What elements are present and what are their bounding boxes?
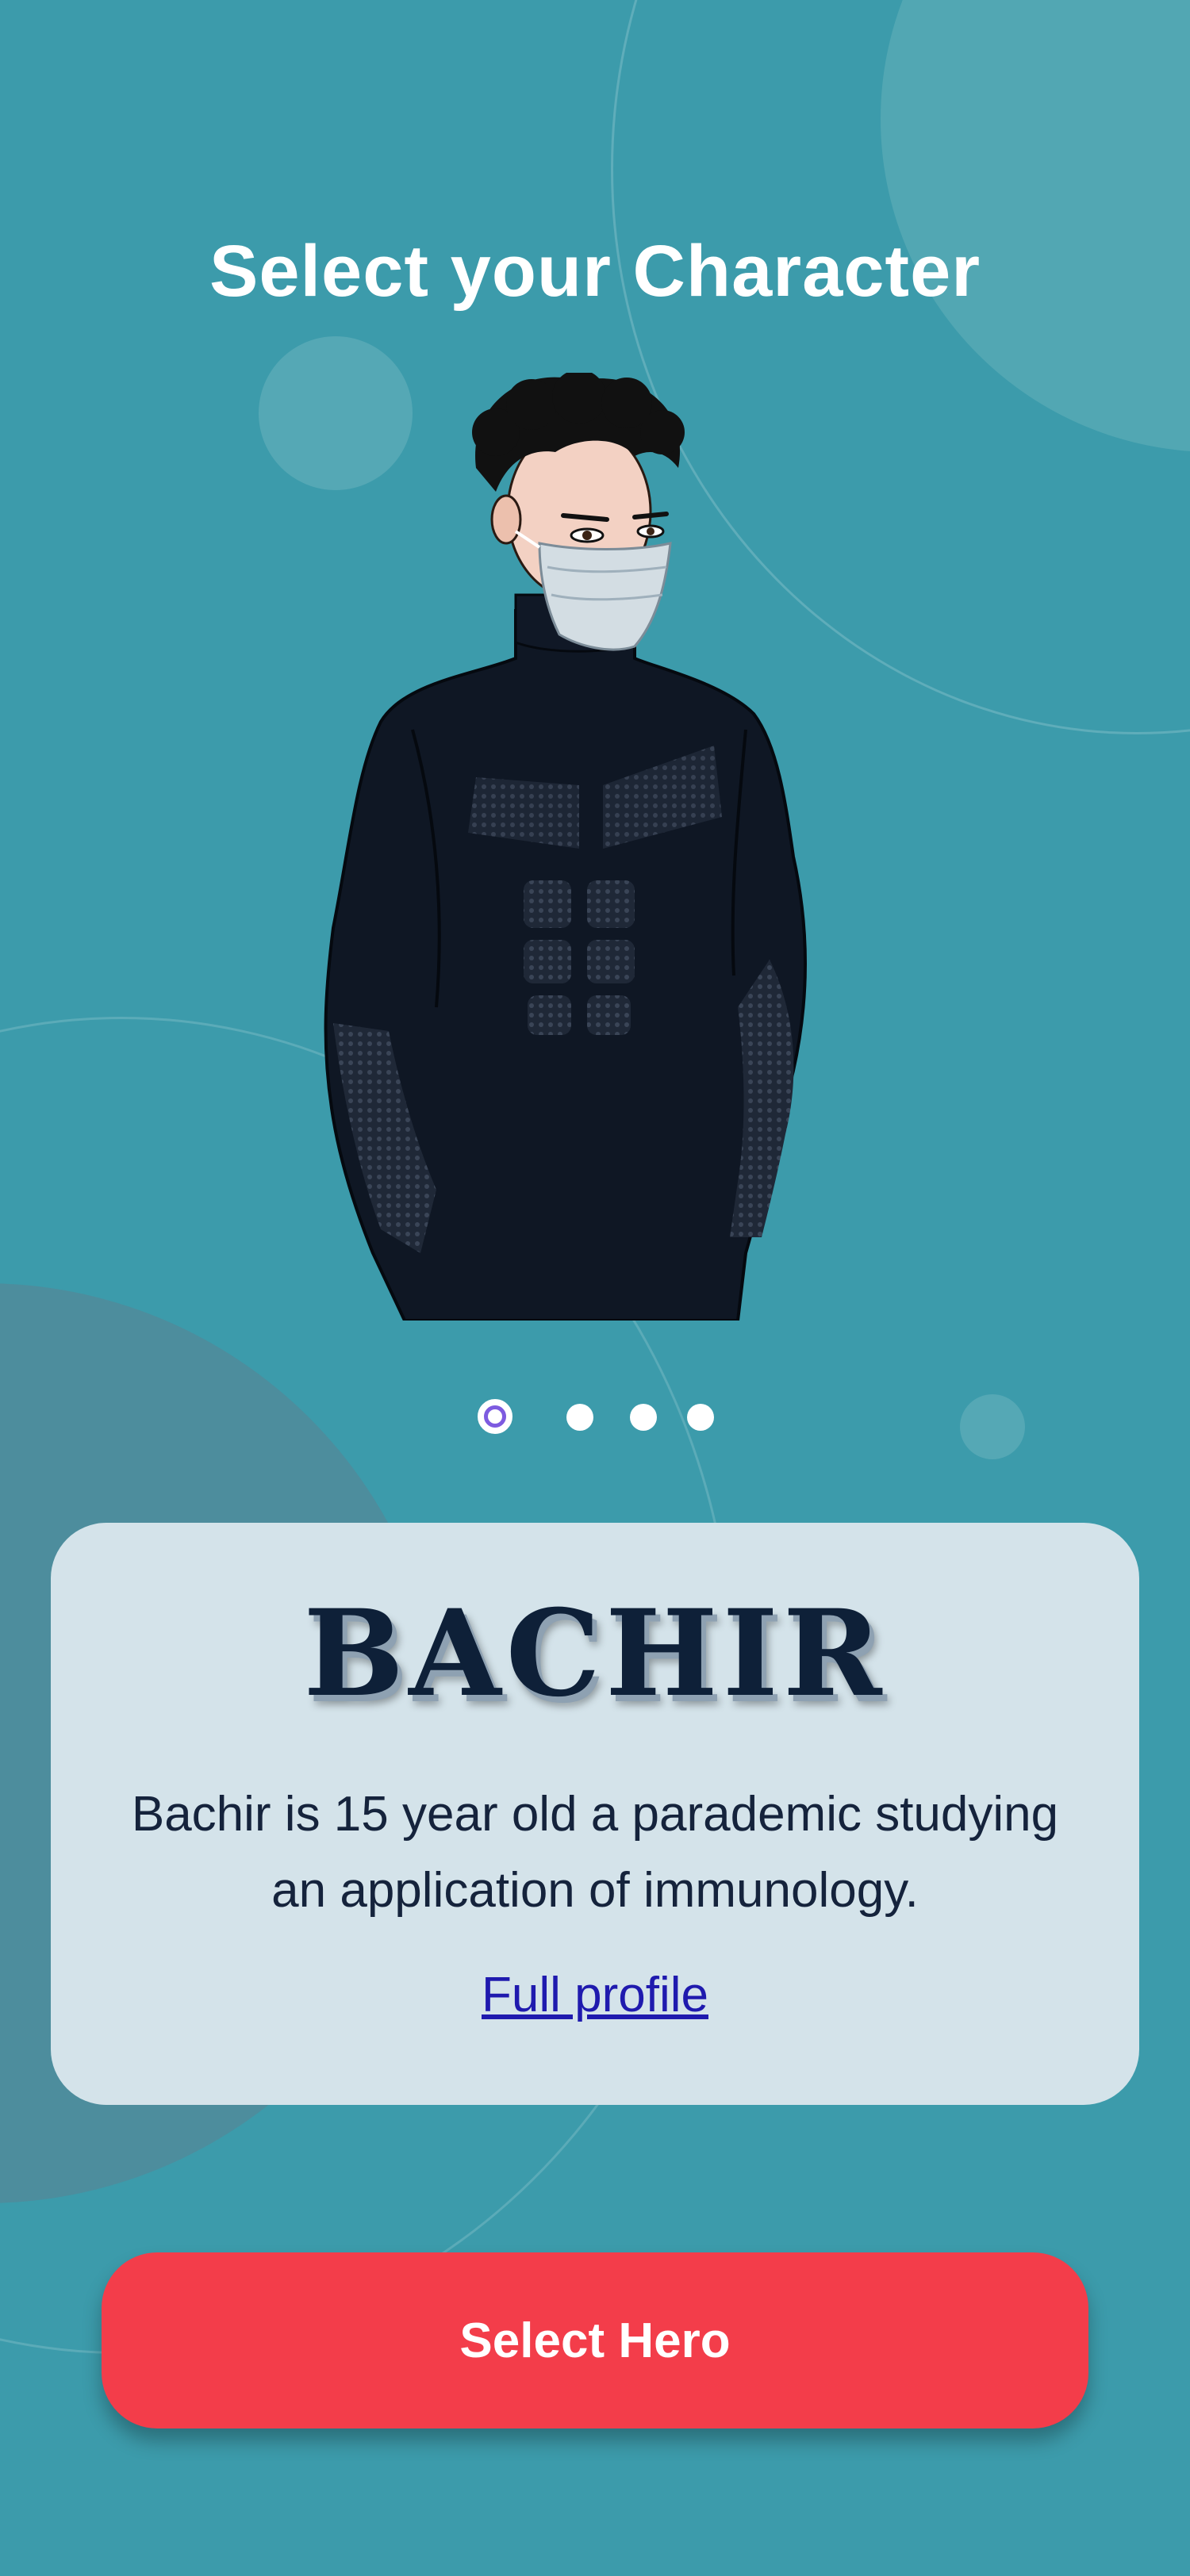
select-hero-button[interactable]: Select Hero bbox=[102, 2252, 1088, 2428]
hero-info-card: BACHIR Bachir is 15 year old a parademic… bbox=[51, 1523, 1139, 2105]
full-profile-link[interactable]: Full profile bbox=[51, 1967, 1139, 2023]
hero-illustration[interactable] bbox=[317, 373, 873, 1321]
page-dot-active[interactable] bbox=[478, 1399, 512, 1434]
carousel-pagination bbox=[0, 1397, 1190, 1445]
decor-circle bbox=[881, 0, 1190, 452]
page-title: Select your Character bbox=[209, 231, 981, 312]
hero-name: BACHIR bbox=[303, 1584, 887, 1723]
page-dot[interactable] bbox=[687, 1404, 714, 1431]
hero-description: Bachir is 15 year old a parademic studyi… bbox=[131, 1787, 1059, 1918]
page-dot[interactable] bbox=[566, 1404, 593, 1431]
page-dot[interactable] bbox=[630, 1404, 657, 1431]
